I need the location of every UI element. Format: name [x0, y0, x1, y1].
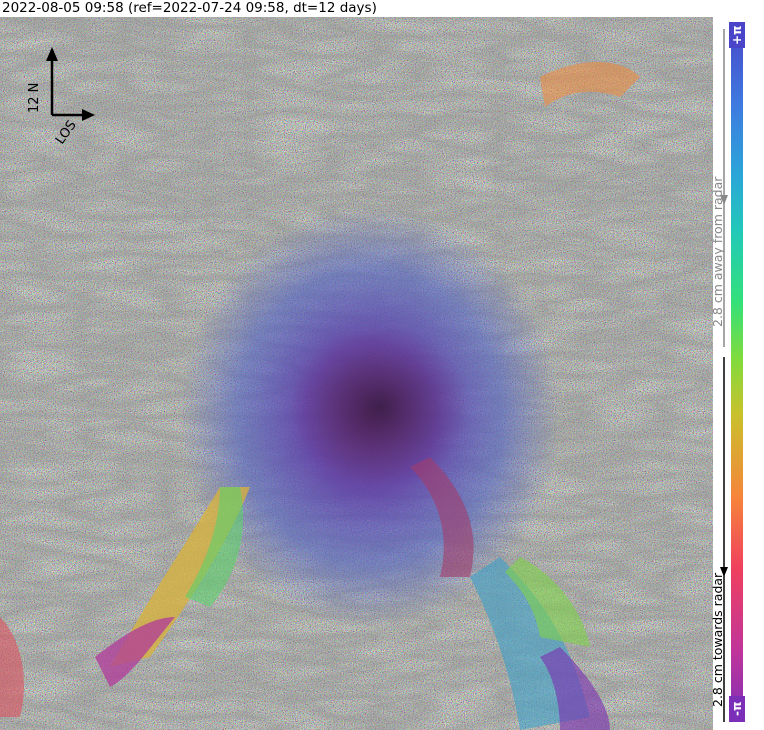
north-label: 12 N — [27, 83, 42, 113]
interferogram-image: 12 N LOS — [0, 17, 713, 730]
colorbar-annotations: 2.8 cm away from radar 2.8 cm towards ra… — [710, 29, 728, 722]
phase-colorbar — [731, 22, 743, 722]
towards-radar-label: 2.8 cm towards radar — [710, 572, 725, 707]
away-from-radar-label: 2.8 cm away from radar — [710, 176, 725, 327]
figure-title: 2022-08-05 09:58 (ref=2022-07-24 09:58, … — [2, 0, 377, 16]
colorbar-bottom-label: -π — [729, 696, 745, 722]
colorbar-top-label: +π — [729, 22, 745, 48]
interferogram-map: 12 N LOS — [0, 17, 713, 730]
